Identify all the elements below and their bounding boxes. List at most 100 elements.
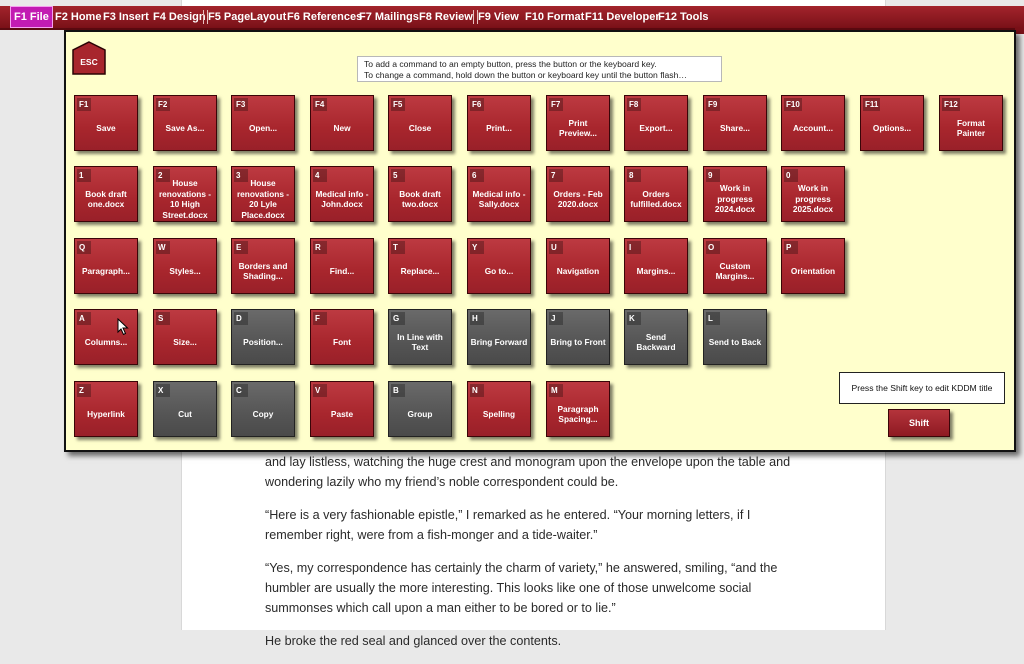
key-command-label: Replace...	[400, 265, 440, 276]
key-button[interactable]: Y Go to...	[467, 238, 531, 294]
key-button[interactable]: F5 Close	[388, 95, 452, 151]
menu-tab[interactable]: F8 Review	[419, 6, 473, 28]
key-command-label: Go to...	[484, 265, 514, 276]
menu-tab[interactable]: F1 File	[10, 6, 53, 28]
instruction-line: To add a command to an empty button, pre…	[364, 59, 657, 69]
key-button[interactable]: F Font	[310, 309, 374, 365]
key-button[interactable]: F10 Account...	[781, 95, 845, 151]
key-button[interactable]: S Size...	[153, 309, 217, 365]
key-button[interactable]: T Replace...	[388, 238, 452, 294]
key-button[interactable]: F3 Open...	[231, 95, 295, 151]
key-command-label: Orientation	[790, 265, 836, 276]
doc-paragraph: and lay listless, watching the huge cres…	[265, 455, 791, 489]
menu-tab[interactable]: F4 Design	[153, 6, 206, 28]
key-button[interactable]: G In Line with Text	[388, 309, 452, 365]
menu-tab[interactable]: F12 Tools	[658, 6, 709, 28]
key-button[interactable]: F8 Export...	[624, 95, 688, 151]
menu-tab[interactable]: F2 Home	[55, 6, 101, 28]
menu-tab[interactable]: F5 PageLayout	[208, 6, 286, 28]
menu-separator	[473, 10, 478, 24]
key-command-label: Send Backward	[636, 331, 676, 353]
key-button[interactable]: J Bring to Front	[546, 309, 610, 365]
menu-tab[interactable]: F9 View	[478, 6, 519, 28]
key-command-label: House renovations - 20 Lyle Place.docx	[236, 178, 290, 220]
key-button[interactable]: K Send Backward	[624, 309, 688, 365]
key-command-label: Custom Margins...	[715, 260, 755, 282]
key-button[interactable]: F2 Save As...	[153, 95, 217, 151]
key-button[interactable]: F9 Share...	[703, 95, 767, 151]
key-command-label: Send to Back	[708, 336, 762, 347]
key-button[interactable]: E Borders and Shading...	[231, 238, 295, 294]
key-button[interactable]: 9 Work in progress 2024.docx	[703, 166, 767, 222]
key-command-label: Orders - Feb 2020.docx	[553, 188, 603, 210]
key-command-label: Navigation	[556, 265, 600, 276]
key-command-label: Account...	[792, 122, 834, 133]
key-command-label: Cut	[178, 408, 192, 419]
key-button[interactable]: D Position...	[231, 309, 295, 365]
key-button[interactable]: F4 New	[310, 95, 374, 151]
key-button[interactable]: F7 Print Preview...	[546, 95, 610, 151]
key-command-label: Position...	[243, 336, 283, 347]
key-button[interactable]: I Margins...	[624, 238, 688, 294]
instruction-box: To add a command to an empty button, pre…	[357, 56, 722, 82]
key-command-label: Format Painter	[956, 117, 986, 139]
key-command-label: Font	[333, 336, 351, 347]
esc-button[interactable]: ESC	[72, 41, 106, 75]
instruction-line: To change a command, hold down the butto…	[364, 69, 687, 80]
key-button[interactable]: F12 Format Painter	[939, 95, 1003, 151]
key-command-label: Print...	[486, 122, 512, 133]
key-button[interactable]: O Custom Margins...	[703, 238, 767, 294]
key-button[interactable]: Q Paragraph...	[74, 238, 138, 294]
doc-paragraph: He broke the red seal and glanced over t…	[265, 634, 562, 648]
key-button[interactable]: 6 Medical info - Sally.docx	[467, 166, 531, 222]
key-button[interactable]: P Orientation	[781, 238, 845, 294]
key-button[interactable]: L Send to Back	[703, 309, 767, 365]
menu-tab[interactable]: F11 Developer	[585, 6, 660, 28]
key-command-label: Options...	[872, 122, 912, 133]
key-command-label: Save	[96, 122, 116, 133]
key-button[interactable]: H Bring Forward	[467, 309, 531, 365]
key-button[interactable]: F11 Options...	[860, 95, 924, 151]
key-command-label: Spelling	[482, 408, 516, 419]
shift-button[interactable]: Shift	[888, 409, 950, 437]
key-button[interactable]: M Paragraph Spacing...	[546, 381, 610, 437]
key-command-label: Borders and Shading...	[238, 260, 288, 282]
key-button[interactable]: W Styles...	[153, 238, 217, 294]
key-button[interactable]: B Group	[388, 381, 452, 437]
key-command-label: Book draft two.docx	[399, 188, 441, 210]
document-body[interactable]: and lay listless, watching the huge cres…	[265, 452, 805, 664]
key-button[interactable]: 5 Book draft two.docx	[388, 166, 452, 222]
key-button[interactable]: 4 Medical info - John.docx	[310, 166, 374, 222]
key-command-label: House renovations - 10 High Street.docx	[158, 178, 212, 220]
key-button[interactable]: C Copy	[231, 381, 295, 437]
key-button[interactable]: 3 House renovations - 20 Lyle Place.docx	[231, 166, 295, 222]
menu-tab[interactable]: F6 References	[287, 6, 362, 28]
key-command-label: Styles...	[169, 265, 201, 276]
key-button[interactable]: Z Hyperlink	[74, 381, 138, 437]
doc-paragraph: “Here is a very fashionable epistle,” I …	[265, 508, 751, 542]
key-command-label: Medical info - Sally.docx	[472, 188, 526, 210]
menu-tab[interactable]: F3 Insert	[103, 6, 149, 28]
key-command-label: Book draft one.docx	[85, 188, 127, 210]
key-button[interactable]: U Navigation	[546, 238, 610, 294]
key-command-label: Print Preview...	[559, 117, 597, 139]
key-button[interactable]: 2 House renovations - 10 High Street.docx	[153, 166, 217, 222]
menu-tab[interactable]: F10 Format	[525, 6, 584, 28]
shift-hint: Press the Shift key to edit KDDM title	[839, 372, 1005, 404]
key-button[interactable]: R Find...	[310, 238, 374, 294]
key-button[interactable]: X Cut	[153, 381, 217, 437]
key-button[interactable]: 7 Orders - Feb 2020.docx	[546, 166, 610, 222]
key-button[interactable]: F1 Save	[74, 95, 138, 151]
key-button[interactable]: 0 Work in progress 2025.docx	[781, 166, 845, 222]
key-button[interactable]: V Paste	[310, 381, 374, 437]
key-command-label: Orders fulfilled.docx	[630, 188, 682, 210]
key-command-label: Copy	[252, 408, 274, 419]
key-button[interactable]: F6 Print...	[467, 95, 531, 151]
key-button[interactable]: 1 Book draft one.docx	[74, 166, 138, 222]
key-command-label: Close	[408, 122, 432, 133]
key-command-label: Margins...	[636, 265, 676, 276]
key-command-label: Hyperlink	[87, 408, 125, 419]
menu-tab[interactable]: F7 Mailings	[359, 6, 419, 28]
key-button[interactable]: 8 Orders fulfilled.docx	[624, 166, 688, 222]
key-button[interactable]: N Spelling	[467, 381, 531, 437]
